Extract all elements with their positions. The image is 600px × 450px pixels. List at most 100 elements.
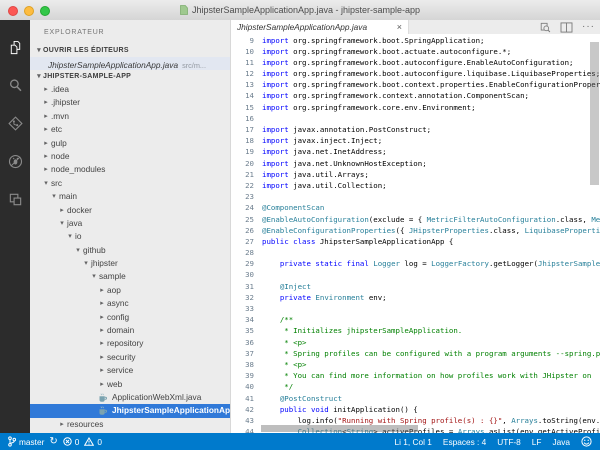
tree-item-label: java (67, 217, 82, 230)
code-token: import (262, 136, 289, 145)
close-window-button[interactable] (8, 6, 18, 16)
code-line: 14import org.springframework.context.ann… (231, 90, 600, 101)
line-number: 34 (231, 314, 262, 325)
code-token: log.info( (262, 416, 338, 425)
chevron-collapsed-icon: ▸ (98, 364, 106, 377)
error-count[interactable]: 0 (63, 437, 80, 447)
code-token: JHipsterProperties (409, 226, 489, 235)
minimize-window-button[interactable] (24, 6, 34, 16)
tree-item-folder[interactable]: ▸repository (30, 337, 230, 350)
code-token: java.util.Arrays; (289, 170, 369, 179)
vertical-scrollbar[interactable] (590, 42, 599, 185)
tree-item-label: io (75, 230, 81, 243)
code-editor[interactable]: 9import org.springframework.boot.SpringA… (231, 34, 600, 433)
tree-item-folder[interactable]: ▸resources (30, 418, 230, 431)
title-bar: JhipsterSampleApplicationApp.java - jhip… (0, 0, 600, 21)
code-token: java.util.Collection; (289, 181, 387, 190)
indentation-status[interactable]: Espaces : 4 (443, 437, 486, 447)
cursor-position[interactable]: Li 1, Col 1 (395, 437, 432, 447)
search-icon[interactable] (0, 66, 30, 104)
more-actions-icon[interactable]: ··· (582, 23, 595, 31)
tree-item-file[interactable]: ApplicationWebXml.java (30, 391, 230, 404)
git-branch-status[interactable]: master (8, 436, 44, 447)
tree-item-folder[interactable]: ▸node (30, 150, 230, 163)
java-file-icon (98, 406, 109, 416)
tab-close-icon[interactable]: × (397, 22, 402, 32)
code-line: 10import org.springframework.boot.actuat… (231, 46, 600, 57)
open-editor-description: src/m... (182, 61, 206, 70)
code-token: * <p> (280, 360, 307, 369)
tree-item-folder[interactable]: ▸.jhipster (30, 96, 230, 109)
chevron-expanded-icon: ▾ (66, 230, 74, 243)
line-number: 42 (231, 404, 262, 415)
open-editor-item[interactable]: JhipsterSampleApplicationApp.java src/m..… (30, 57, 230, 70)
code-token: Arrays (511, 416, 538, 425)
horizontal-scrollbar[interactable] (261, 425, 418, 432)
chevron-collapsed-icon: ▸ (98, 297, 106, 310)
source-control-icon[interactable] (0, 104, 30, 142)
tree-item-folder[interactable]: ▾sample (30, 270, 230, 283)
code-token: .class, (556, 215, 592, 224)
tree-item-label: security (107, 351, 136, 364)
document-proxy-icon (180, 5, 188, 15)
code-line: 39 * You can find more information on ho… (231, 370, 600, 381)
window-title-wrap: JhipsterSampleApplicationApp.java - jhip… (180, 5, 420, 15)
line-number: 17 (231, 124, 262, 135)
tree-item-folder[interactable]: ▸etc (30, 123, 230, 136)
tree-item-folder[interactable]: ▾src (30, 177, 230, 190)
chevron-collapsed-icon: ▸ (98, 378, 106, 391)
explorer-icon[interactable] (0, 28, 30, 66)
split-editor-icon[interactable] (560, 22, 573, 33)
tree-item-folder[interactable]: ▾github (30, 244, 230, 257)
open-preview-icon[interactable] (539, 22, 551, 33)
project-section-header[interactable]: ▾JHIPSTER-SAMPLE-APP (30, 70, 230, 83)
line-number: 36 (231, 337, 262, 348)
tree-item-folder[interactable]: ▸async (30, 297, 230, 310)
open-editors-header[interactable]: ▾OUVRIR LES ÉDITEURS (30, 44, 230, 57)
code-line: 34 /** (231, 314, 600, 325)
tree-item-folder[interactable]: ▸node_modules (30, 163, 230, 176)
extensions-icon[interactable] (0, 180, 30, 218)
editor-tab[interactable]: JhipsterSampleApplicationApp.java × (231, 20, 409, 34)
code-token: import (262, 159, 289, 168)
code-token (262, 259, 280, 268)
tree-item-folder[interactable]: ▸.idea (30, 83, 230, 96)
tree-item-folder[interactable]: ▸docker (30, 204, 230, 217)
errors-icon (63, 437, 72, 446)
tree-item-folder[interactable]: ▾io (30, 230, 230, 243)
code-token: import (262, 147, 289, 156)
code-line: 24@ComponentScan (231, 202, 600, 213)
code-token (262, 371, 280, 380)
tree-item-folder[interactable]: ▸aop (30, 284, 230, 297)
language-mode[interactable]: Java (552, 437, 570, 447)
zoom-window-button[interactable] (40, 6, 50, 16)
tree-item-folder[interactable]: ▾main (30, 190, 230, 203)
debug-icon[interactable] (0, 142, 30, 180)
tree-item-folder[interactable]: ▸config (30, 311, 230, 324)
code-token: import (262, 58, 289, 67)
tree-item-label: jhipster (91, 257, 118, 270)
tree-item-folder[interactable]: ▾java (30, 217, 230, 230)
tree-item-folder[interactable]: ▸domain (30, 324, 230, 337)
eol-status[interactable]: LF (532, 437, 542, 447)
tree-item-folder[interactable]: ▸web (30, 378, 230, 391)
code-token: LoggerFactory (431, 259, 489, 268)
tree-item-folder[interactable]: ▸security (30, 351, 230, 364)
feedback-smiley-icon[interactable] (581, 436, 592, 447)
tree-item-folder[interactable]: ▸gulp (30, 137, 230, 150)
sync-icon[interactable]: ↻ (49, 437, 57, 447)
open-editor-filename: JhipsterSampleApplicationApp.java (48, 60, 178, 70)
line-number: 27 (231, 236, 262, 247)
code-lines: 9import org.springframework.boot.SpringA… (231, 34, 600, 433)
tree-item-folder[interactable]: ▸service (30, 364, 230, 377)
tree-item-folder[interactable]: ▸.mvn (30, 110, 230, 123)
tree-item-label: .mvn (51, 110, 69, 123)
code-line: 31 @Inject (231, 281, 600, 292)
tree-item-file[interactable]: JhipsterSampleApplicationApp.java (30, 404, 230, 417)
encoding-status[interactable]: UTF-8 (497, 437, 521, 447)
chevron-expanded-icon: ▾ (74, 244, 82, 257)
code-token: import (262, 170, 289, 179)
chevron-collapsed-icon: ▸ (42, 96, 50, 109)
warning-count[interactable]: 0 (84, 437, 102, 447)
tree-item-folder[interactable]: ▾jhipster (30, 257, 230, 270)
